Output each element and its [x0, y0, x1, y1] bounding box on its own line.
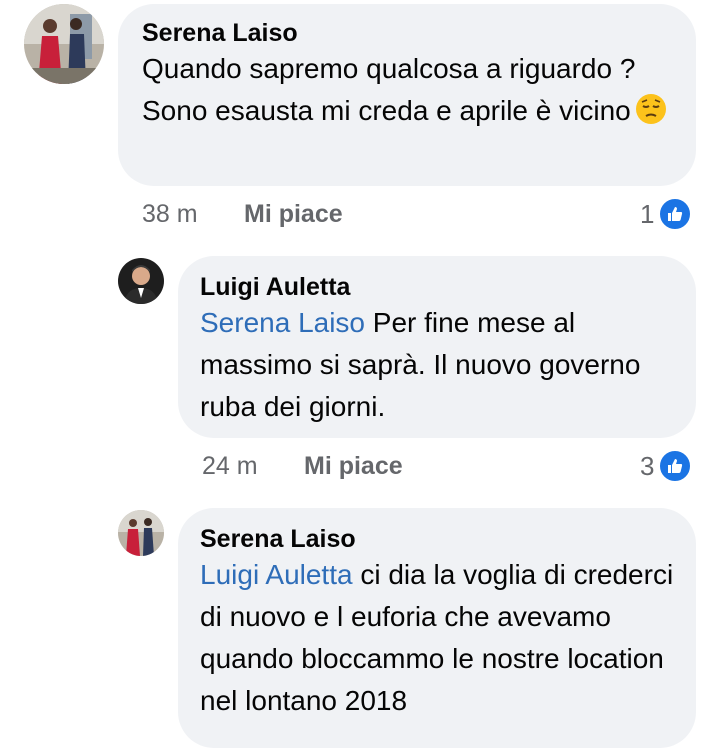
like-button[interactable]: Mi piace	[244, 200, 343, 229]
comment-bubble: Serena Laiso Quando sapremo qualcosa a r…	[118, 4, 696, 186]
comment-author[interactable]: Serena Laiso	[142, 18, 672, 48]
mention-link[interactable]: Luigi Auletta	[200, 559, 353, 590]
reaction-count-value: 3	[640, 450, 655, 481]
comment-text: Luigi Auletta ci dia la voglia di creder…	[200, 559, 674, 716]
reaction-count[interactable]: 3	[640, 449, 693, 483]
thumbs-up-icon	[658, 449, 693, 483]
comment-author[interactable]: Luigi Auletta	[200, 272, 674, 302]
avatar[interactable]	[24, 4, 104, 84]
avatar[interactable]	[118, 510, 164, 556]
mention-link[interactable]: Serena Laiso	[200, 307, 365, 338]
pensive-face-emoji	[635, 93, 667, 125]
comment-time[interactable]: 38 m	[142, 200, 198, 228]
comment-text: Quando sapremo qualcosa a riguardo ? Son…	[142, 48, 672, 132]
comment-actions: 38 m Mi piace	[142, 200, 702, 232]
comment-text: Serena Laiso Per fine mese al massimo si…	[200, 307, 641, 422]
comment-actions: 24 m Mi piace	[202, 452, 702, 484]
thumbs-up-icon	[658, 197, 693, 231]
reaction-count[interactable]: 1	[640, 197, 693, 231]
comment-bubble: Luigi Auletta Serena Laiso Per fine mese…	[178, 256, 696, 438]
avatar[interactable]	[118, 258, 164, 304]
comment-bubble: Serena Laiso Luigi Auletta ci dia la vog…	[178, 508, 696, 748]
comment-author[interactable]: Serena Laiso	[200, 524, 674, 554]
reaction-count-value: 1	[640, 198, 655, 229]
comment-time[interactable]: 24 m	[202, 452, 258, 480]
like-button[interactable]: Mi piace	[304, 452, 403, 481]
